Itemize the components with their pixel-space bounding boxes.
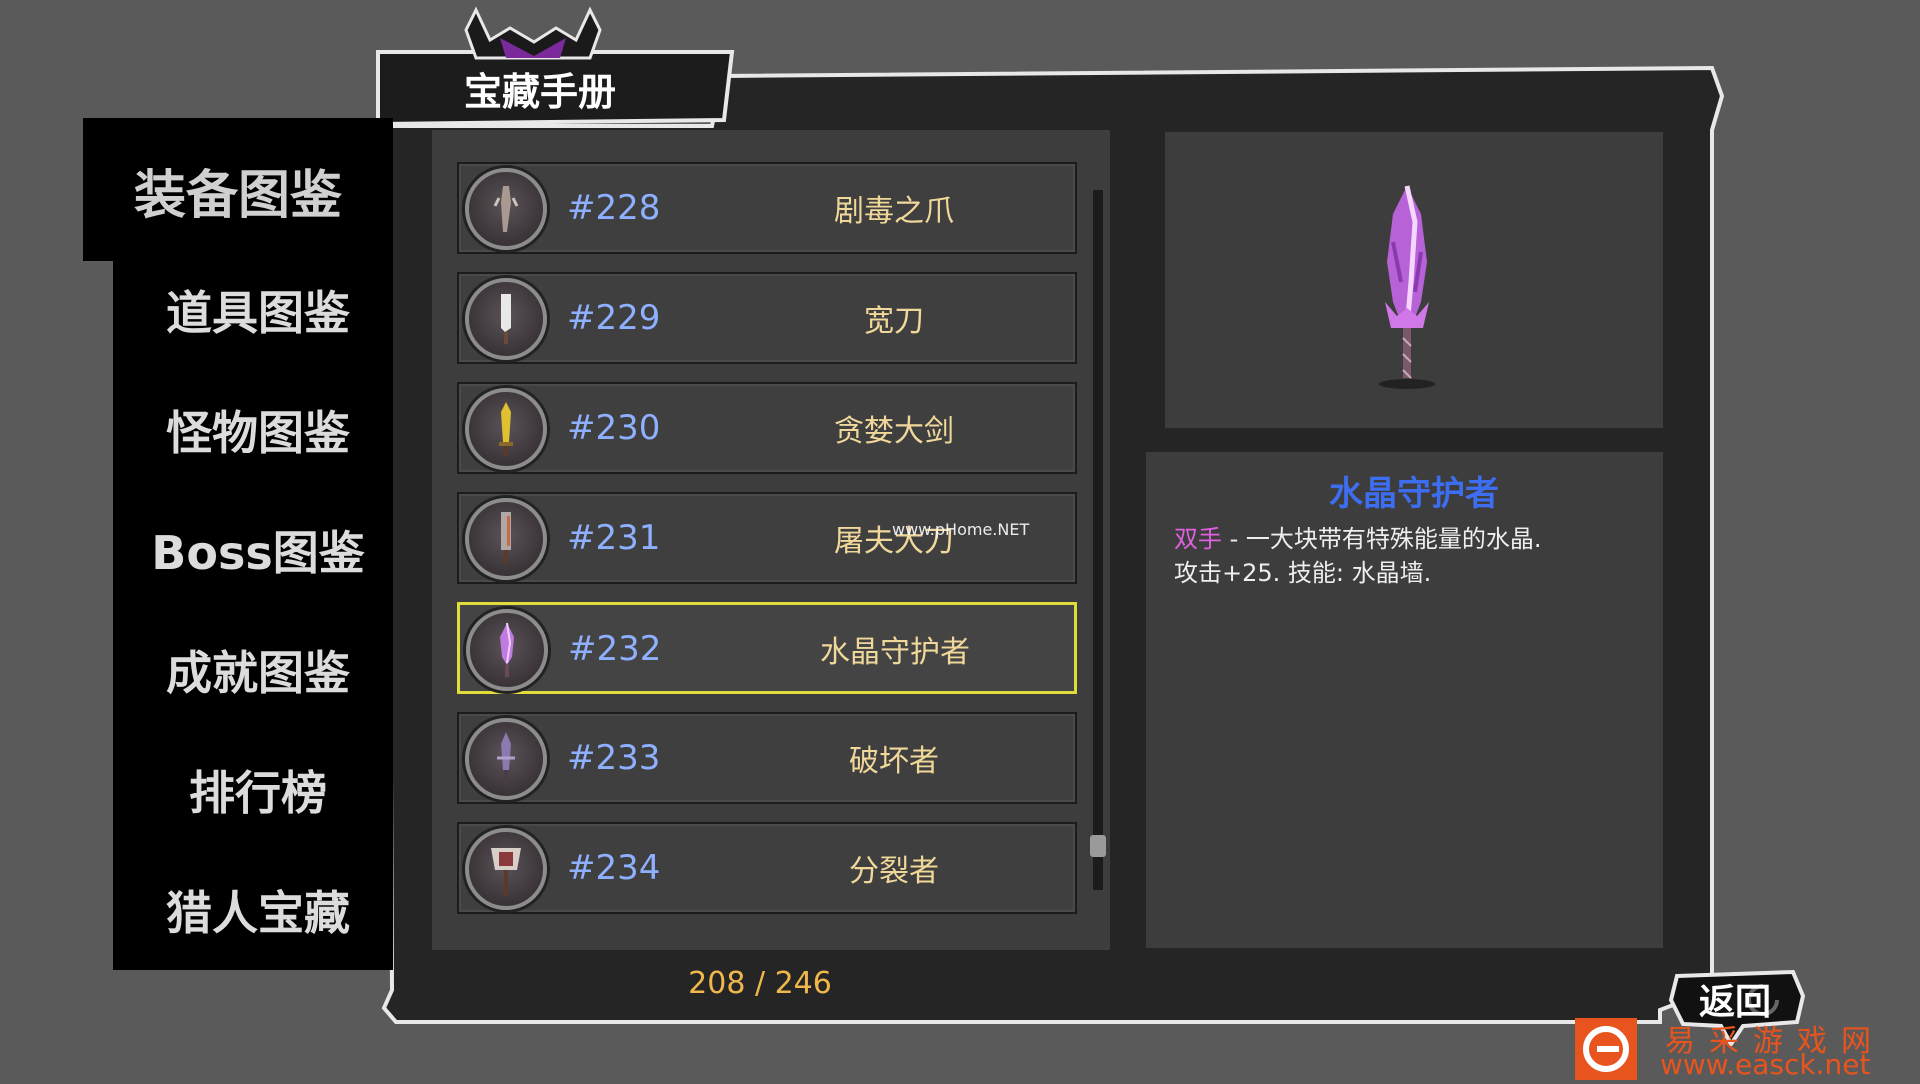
item-number: #234: [567, 848, 661, 888]
item-desc-text: - 一大块带有特殊能量的水晶.: [1222, 525, 1542, 553]
sidebar-item-equipment[interactable]: 装备图鉴: [83, 130, 393, 250]
item-type-tag: 双手: [1174, 525, 1222, 553]
list-scrollbar[interactable]: [1090, 190, 1106, 890]
destroyer-sword-icon: [465, 718, 547, 800]
item-number: #231: [567, 518, 661, 558]
item-name: 分裂者: [849, 854, 939, 889]
item-number: #232: [568, 629, 662, 669]
crystal-sword-preview-icon: [1379, 185, 1435, 389]
sidebar-item-monsters[interactable]: 怪物图鉴: [113, 370, 403, 490]
item-title: 水晶守护者: [1329, 473, 1499, 514]
broadsword-icon: [465, 278, 547, 360]
axe-icon: [465, 828, 547, 910]
phome-watermark: www.pHome.NET: [892, 520, 1030, 539]
item-name: 水晶守护者: [820, 635, 970, 670]
item-name: 宽刀: [864, 304, 924, 339]
page-title: 宝藏手册: [463, 69, 616, 114]
list-row-228[interactable]: #228 剧毒之爪: [457, 162, 1077, 254]
item-name: 剧毒之爪: [834, 194, 954, 229]
sidebar-item-achievements[interactable]: 成就图鉴: [113, 610, 403, 730]
item-name: 破坏者: [849, 744, 939, 779]
easck-logo: [1575, 1018, 1637, 1080]
item-desc-line2: 攻击+25. 技能: 水晶墙.: [1174, 559, 1432, 587]
scrollbar-thumb[interactable]: [1090, 835, 1106, 857]
list-row-232[interactable]: #232 水晶守护者: [457, 602, 1077, 694]
item-number: #228: [567, 188, 661, 228]
collection-count: 208 / 246: [688, 965, 832, 1001]
item-number: #230: [567, 408, 661, 448]
item-number: #229: [567, 298, 661, 338]
claw-icon: [465, 168, 547, 250]
sidebar-item-hunter-treasure[interactable]: 猎人宝藏: [113, 850, 403, 970]
item-name: 贪婪大剑: [834, 414, 954, 449]
easck-watermark-url: www.easck.net: [1660, 1048, 1871, 1081]
butcher-blade-icon: [465, 498, 547, 580]
item-preview-panel: [1165, 132, 1663, 428]
list-row-233[interactable]: #233 破坏者: [457, 712, 1077, 804]
item-number: #233: [567, 738, 661, 778]
crystal-sword-icon: [466, 609, 548, 691]
item-desc-line1: 双手 - 一大块带有特殊能量的水晶.: [1174, 522, 1634, 556]
item-description: 双手 - 一大块带有特殊能量的水晶. 攻击+25. 技能: 水晶墙.: [1174, 522, 1634, 590]
list-row-230[interactable]: #230 贪婪大剑: [457, 382, 1077, 474]
golden-greatsword-icon: [465, 388, 547, 470]
sidebar-item-items[interactable]: 道具图鉴: [113, 250, 403, 370]
list-row-229[interactable]: #229 宽刀: [457, 272, 1077, 364]
sidebar-item-boss[interactable]: Boss图鉴: [113, 490, 403, 610]
sidebar-item-leaderboard[interactable]: 排行榜: [113, 730, 403, 850]
list-row-234[interactable]: #234 分裂者: [457, 822, 1077, 914]
